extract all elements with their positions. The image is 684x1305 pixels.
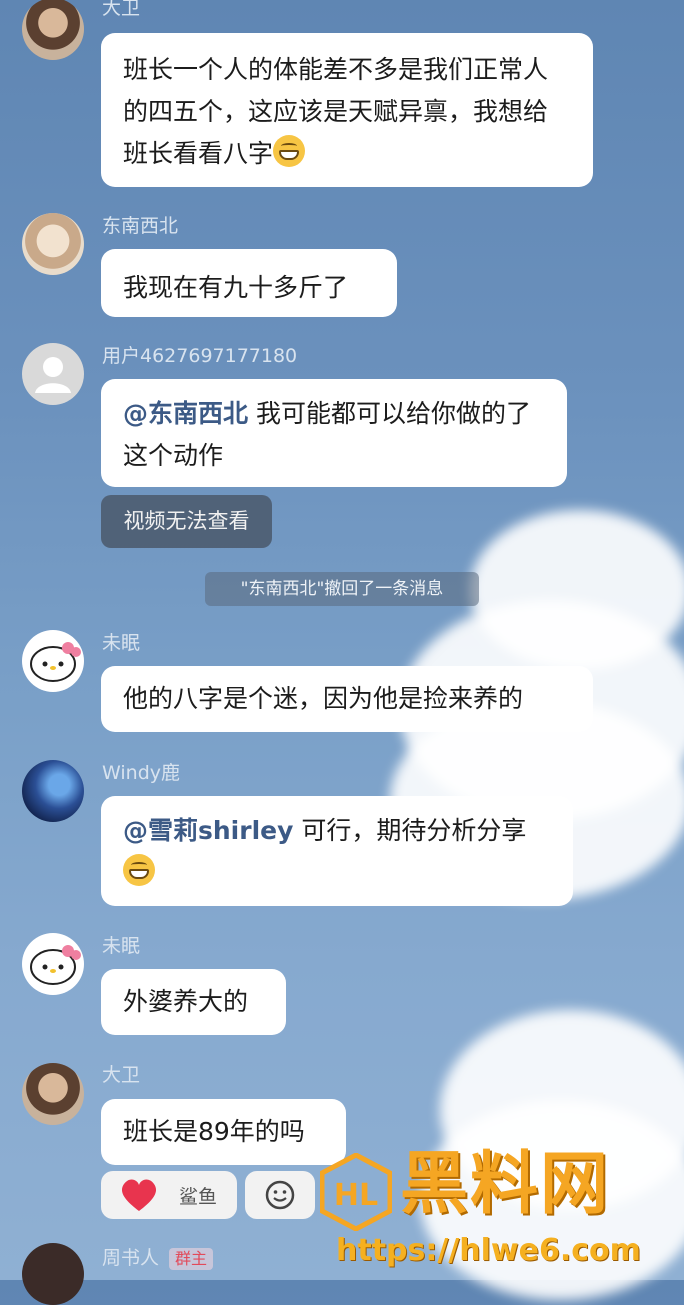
video-unavailable-chip[interactable]: 视频无法查看 [101, 495, 272, 548]
mention-link[interactable]: @雪莉shirley [123, 816, 293, 845]
sender-name: 东南西北 [102, 215, 179, 237]
hello-kitty-icon [30, 642, 81, 682]
message-bubble[interactable]: @雪莉shirley 可行，期待分析分享 [101, 796, 573, 906]
message-bubble[interactable]: 外婆养大的 [101, 969, 286, 1035]
sender-name: 未眠 [102, 935, 141, 957]
group-owner-badge: 群主 [169, 1248, 214, 1270]
reaction-user: 鲨鱼 [179, 1185, 218, 1208]
svg-text:HL: HL [334, 1178, 378, 1213]
default-user-icon [35, 357, 71, 393]
sender-name: 未眠 [102, 632, 141, 654]
message-text: 他的八字是个迷，因为他是捡来养的 [123, 684, 524, 713]
grinning-face-emoji-icon [123, 854, 155, 886]
sender-name-text: 周书人 [102, 1247, 160, 1269]
sender-name: 用户4627697177180 [102, 345, 298, 367]
avatar[interactable] [22, 933, 84, 995]
heart-reaction[interactable]: 鲨鱼 [101, 1171, 237, 1219]
message-text: 我现在有九十多斤了 [123, 273, 349, 302]
message-text: 外婆养大的 [123, 987, 249, 1016]
mention-link[interactable]: @东南西北 [123, 399, 248, 428]
avatar[interactable] [22, 1243, 84, 1305]
sender-name: 大卫 [102, 1064, 141, 1086]
avatar[interactable] [22, 1063, 84, 1125]
avatar[interactable] [22, 213, 84, 275]
watermark-logo: HL [319, 1152, 393, 1232]
heart-icon [121, 1179, 157, 1211]
message-bubble[interactable]: 班长一个人的体能差不多是我们正常人的四五个，这应该是天赋异禀，我想给班长看看八字 [101, 33, 593, 187]
sender-name: 周书人 群主 [102, 1246, 214, 1270]
watermark-brand: 黑料网 [400, 1145, 611, 1224]
add-reaction-button[interactable] [245, 1171, 315, 1219]
smiley-face-icon [265, 1180, 295, 1210]
avatar[interactable] [22, 760, 84, 822]
message-bubble[interactable]: @东南西北 我可能都可以给你做的了这个动作 [101, 379, 567, 487]
message-bubble[interactable]: 他的八字是个迷，因为他是捡来养的 [101, 666, 593, 732]
avatar[interactable] [22, 0, 84, 60]
message-text: 班长一个人的体能差不多是我们正常人的四五个，这应该是天赋异禀，我想给班长看看八字 [123, 55, 549, 168]
watermark-url: https://hlwe6.com [336, 1233, 641, 1268]
avatar[interactable] [22, 343, 84, 405]
recall-notice: "东南西北"撤回了一条消息 [205, 572, 479, 606]
sender-name: 大卫 [102, 0, 141, 19]
sender-name: Windy鹿 [102, 762, 180, 784]
message-bubble[interactable]: 班长是89年的吗 [101, 1099, 346, 1165]
grinning-face-emoji-icon [273, 135, 306, 167]
avatar[interactable] [22, 630, 84, 692]
message-bubble[interactable]: 我现在有九十多斤了 [101, 249, 397, 317]
message-text: 班长是89年的吗 [123, 1117, 305, 1146]
hello-kitty-icon [30, 945, 81, 985]
message-text: 可行，期待分析分享 [293, 816, 527, 845]
